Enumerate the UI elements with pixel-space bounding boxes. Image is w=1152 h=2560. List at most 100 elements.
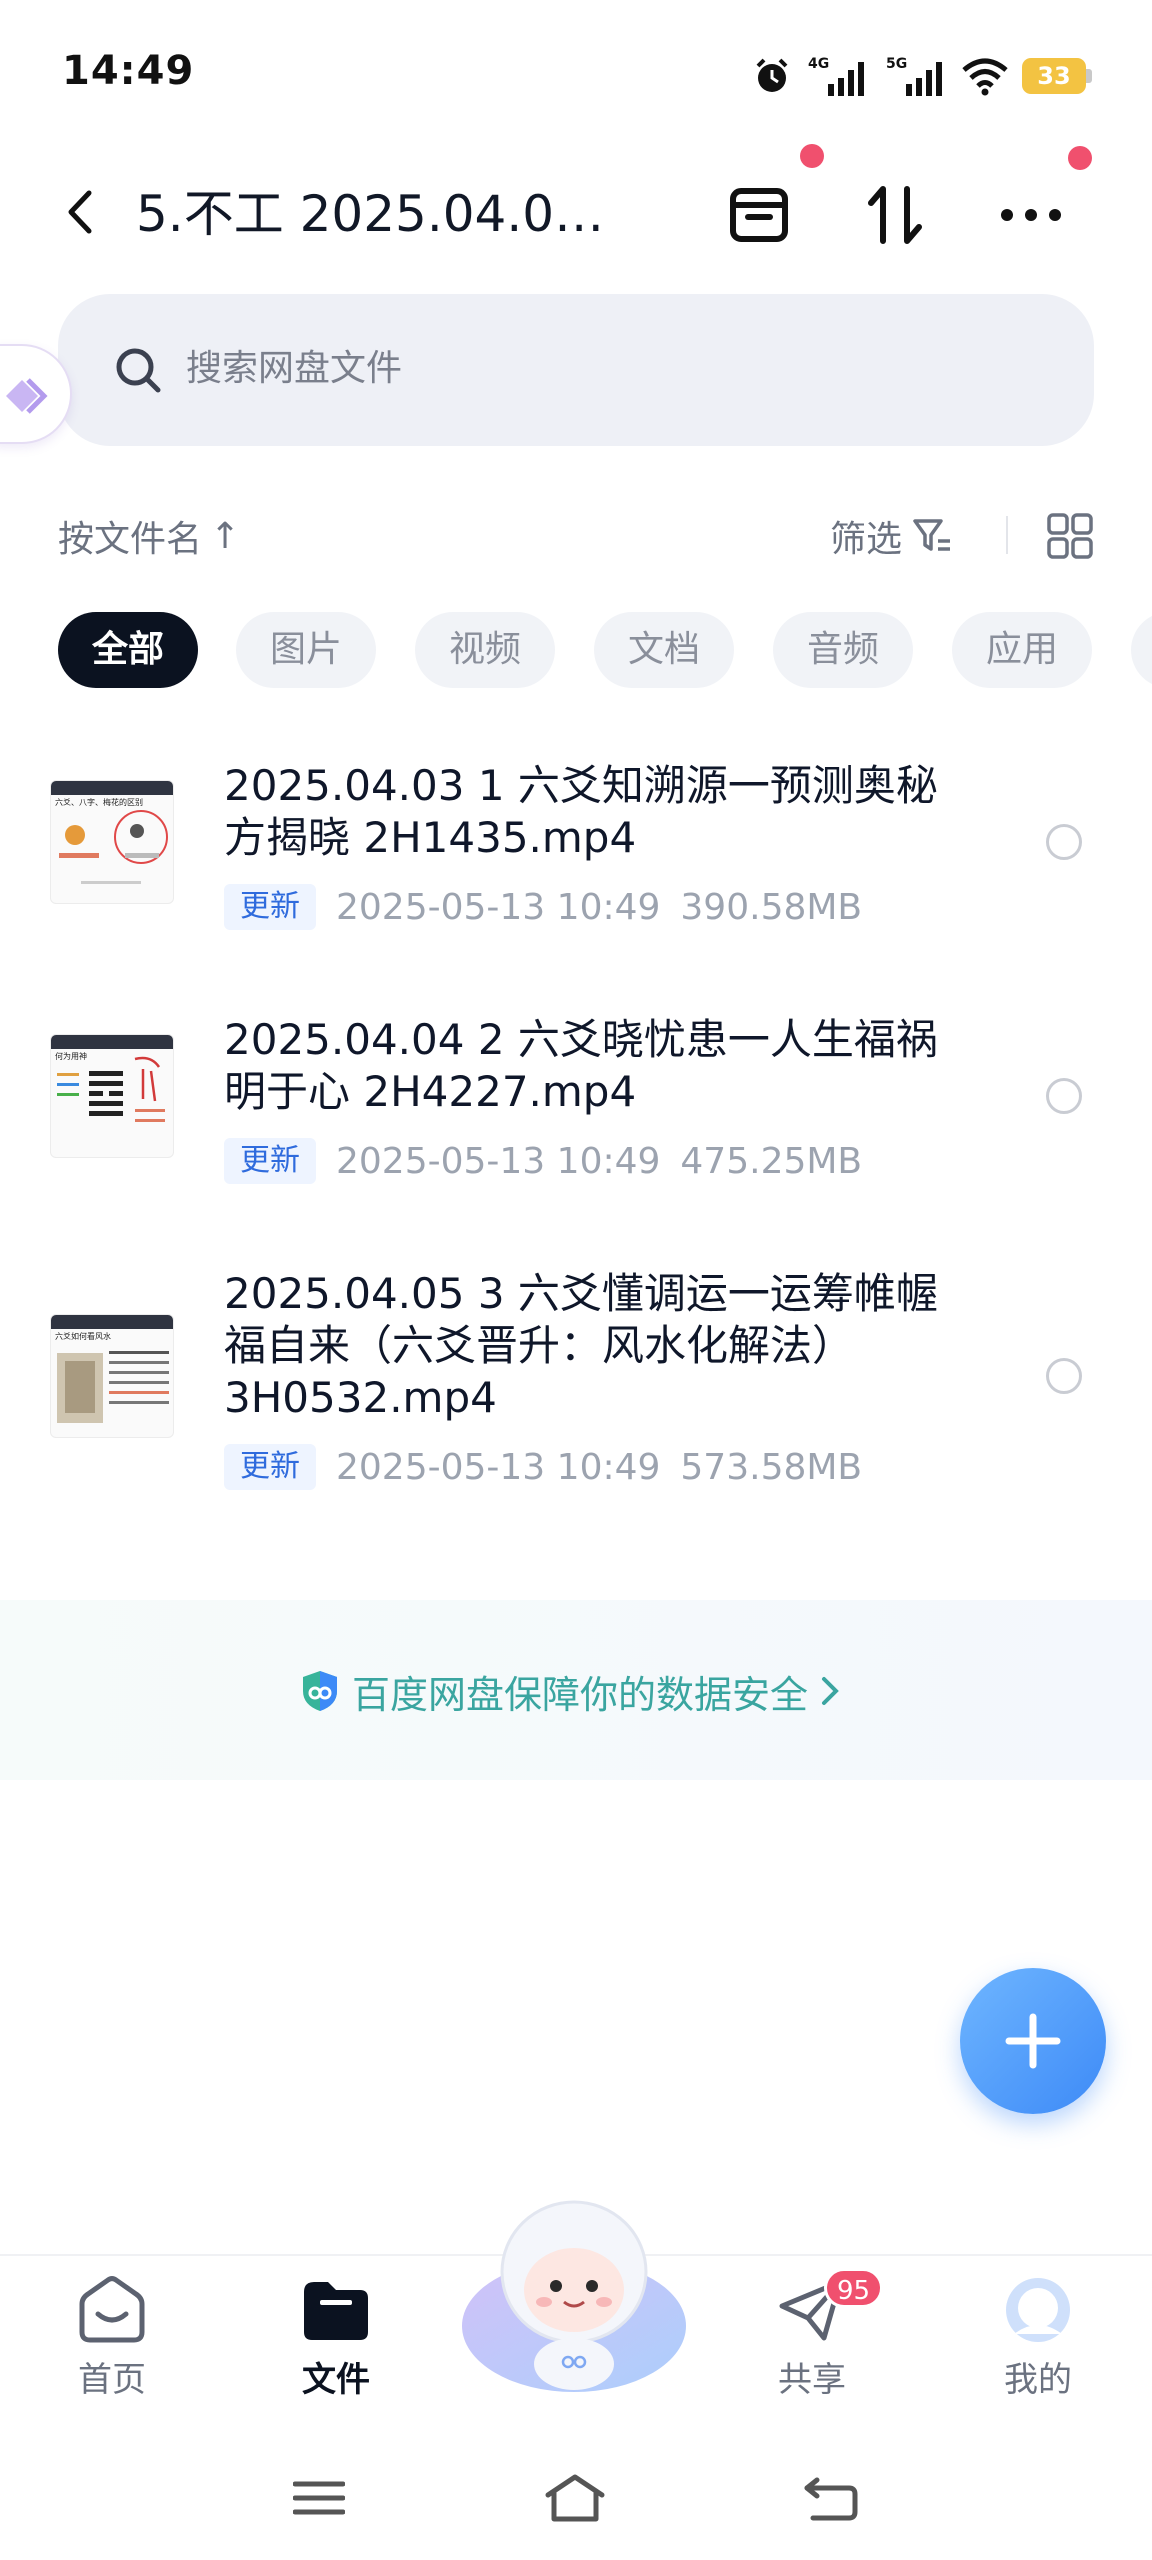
thumbnail-graphic: 何为用神 (55, 1051, 165, 1122)
file-meta: 更新 2025-05-13 10:49 573.58MB (224, 1444, 862, 1490)
file-date: 2025-05-13 10:49 (336, 1446, 661, 1488)
archive-notification-dot (800, 144, 824, 168)
thumbnail-graphic: 六爻、八字、梅花的区别 (55, 797, 168, 884)
search-placeholder: 搜索网盘文件 (186, 348, 403, 389)
file-name: 2025.04.03 1 六爻知溯源一预测奥秘方揭晓 2H1435.mp4 (224, 761, 938, 862)
thumbnail-bar (51, 1315, 173, 1329)
select-checkbox[interactable] (1046, 1358, 1082, 1394)
thumbnail-bar (51, 781, 173, 795)
sort-by-name-button[interactable]: 按文件名 ↑ (58, 510, 240, 562)
nav-profile-label: 我的 (1004, 2360, 1072, 2400)
nav-home[interactable]: 首页 (32, 2274, 192, 2414)
share-count-badge: 95 (824, 2268, 884, 2308)
mascot-assistant-icon[interactable] (456, 2186, 692, 2402)
transfer-button[interactable] (860, 180, 930, 250)
file-date: 2025-05-13 10:49 (336, 886, 661, 928)
filter-label: 筛选 (830, 519, 903, 560)
select-checkbox[interactable] (1046, 1078, 1082, 1114)
chevron-right-icon (822, 1677, 839, 1705)
folder-icon (304, 2282, 368, 2340)
system-home-button[interactable] (540, 2468, 610, 2528)
grid-view-icon[interactable] (1046, 512, 1094, 560)
update-badge: 更新 (224, 1444, 316, 1490)
tab-images[interactable]: 图片 (236, 612, 376, 688)
sort-label: 按文件名 (58, 519, 203, 560)
network-2-label: 5G (886, 56, 907, 72)
add-button[interactable] (960, 1968, 1106, 2114)
menu-icon (293, 2481, 345, 2515)
page-title: 5.不工 2025.04.0… (136, 185, 605, 243)
nav-share-label: 共享 (778, 2360, 846, 2400)
video-thumbnail: 何为用神 (50, 1034, 174, 1158)
shield-icon (303, 1671, 337, 1711)
tab-overflow[interactable] (1131, 612, 1152, 688)
signal-5g-icon: 5G (886, 56, 942, 96)
file-size: 475.25MB (680, 1140, 863, 1182)
battery-percent: 33 (1037, 62, 1071, 90)
chevron-left-icon (68, 190, 92, 234)
nav-profile[interactable]: 我的 (958, 2274, 1118, 2414)
sort-transfer-icon (868, 186, 922, 244)
status-bar: 14:49 4G 5G 33 (0, 0, 1152, 150)
archive-button[interactable] (724, 180, 794, 250)
status-icons: 4G 5G 33 (752, 52, 1092, 100)
search-icon (116, 348, 161, 393)
home-icon (79, 2276, 145, 2343)
file-meta: 更新 2025-05-13 10:49 390.58MB (224, 884, 862, 930)
thumbnail-title: 何为用神 (55, 1051, 87, 1061)
tab-audio[interactable]: 音频 (773, 612, 913, 688)
sort-toolbar: 按文件名 ↑ 筛选 (0, 500, 1152, 570)
recent-apps-button[interactable] (284, 2468, 354, 2528)
video-thumbnail: 六爻如何看风水 (50, 1314, 174, 1438)
security-text: 百度网盘保障你的数据安全 (352, 1672, 809, 1717)
system-back-button[interactable] (796, 2468, 866, 2528)
more-icon (1001, 209, 1061, 221)
header: 5.不工 2025.04.0… (0, 144, 1152, 280)
battery-tip (1086, 69, 1092, 83)
more-notification-dot (1068, 146, 1092, 170)
tab-all[interactable]: 全部 (58, 612, 198, 688)
thumbnail-bar (51, 1035, 173, 1049)
back-arrow-icon (804, 2477, 858, 2521)
file-size: 573.58MB (680, 1446, 863, 1488)
tab-videos[interactable]: 视频 (415, 612, 555, 688)
category-tabs: 全部 图片 视频 文档 音频 应用 (58, 612, 1152, 688)
double-chevron-icon (6, 378, 48, 414)
thumbnail-title: 六爻、八字、梅花的区别 (55, 797, 143, 807)
file-meta: 更新 2025-05-13 10:49 475.25MB (224, 1138, 862, 1184)
filter-icon (913, 519, 951, 551)
wifi-icon (962, 58, 1008, 96)
toolbar-divider (1006, 516, 1008, 554)
nav-share[interactable]: 共享 95 (732, 2268, 892, 2414)
archive-icon (730, 188, 788, 242)
video-thumbnail: 六爻、八字、梅花的区别 (50, 780, 174, 904)
select-checkbox[interactable] (1046, 824, 1082, 860)
status-time: 14:49 (62, 48, 195, 94)
search-input[interactable]: 搜索网盘文件 (58, 294, 1094, 446)
battery-indicator: 33 (1022, 58, 1092, 94)
network-1-label: 4G (808, 56, 829, 72)
signal-4g-icon: 4G (808, 56, 864, 96)
security-banner[interactable]: 百度网盘保障你的数据安全 (0, 1600, 1152, 1780)
tab-documents[interactable]: 文档 (594, 612, 734, 688)
filter-button[interactable]: 筛选 (830, 510, 952, 562)
file-size: 390.58MB (680, 886, 863, 928)
back-button[interactable] (50, 182, 110, 242)
file-name: 2025.04.05 3 六爻懂调运一运筹帷幄福自来（六爻晋升：风水化解法）3H… (224, 1269, 938, 1422)
security-link[interactable]: 百度网盘保障你的数据安全 (300, 1666, 840, 1717)
nav-files-label: 文件 (302, 2360, 370, 2400)
alarm-icon (756, 58, 788, 92)
nav-home-label: 首页 (78, 2360, 146, 2400)
thumbnail-graphic: 六爻如何看风水 (55, 1331, 169, 1423)
profile-icon (1006, 2278, 1070, 2342)
plus-icon (1005, 2013, 1061, 2069)
update-badge: 更新 (224, 1138, 316, 1184)
tab-apps[interactable]: 应用 (952, 612, 1092, 688)
sort-arrow: ↑ (210, 515, 241, 557)
home-outline-icon (545, 2474, 605, 2522)
file-name: 2025.04.04 2 六爻晓忧患一人生福祸明于心 2H4227.mp4 (224, 1015, 938, 1116)
more-button[interactable] (996, 180, 1066, 250)
nav-files[interactable]: 文件 (256, 2274, 416, 2414)
thumbnail-title: 六爻如何看风水 (55, 1331, 111, 1341)
system-nav-bar (0, 2434, 1152, 2560)
